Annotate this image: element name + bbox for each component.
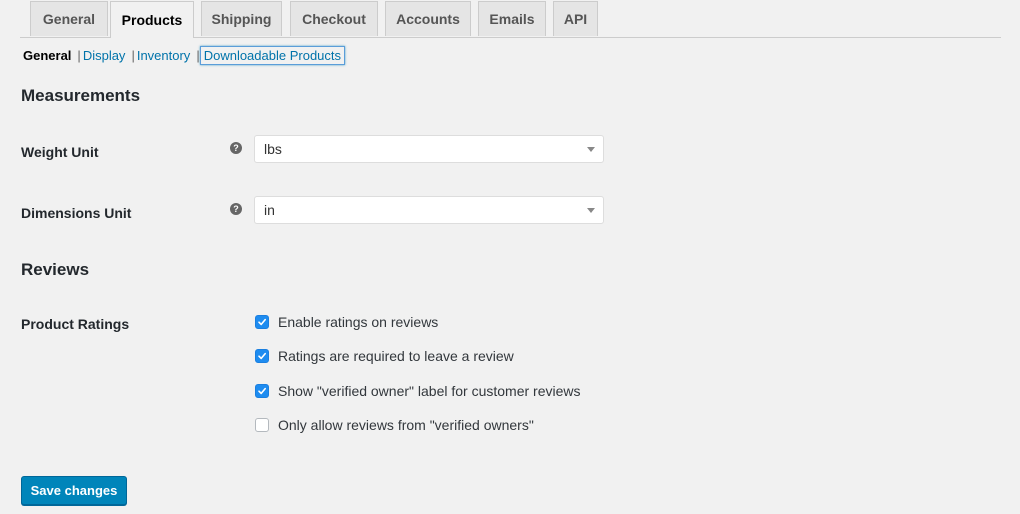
review-option-label: Enable ratings on reviews [278,314,439,330]
tab-emails[interactable]: Emails [478,1,546,36]
checkmark-icon [258,352,266,360]
section-subnav: General | Display | Inventory | Download… [23,44,344,66]
review-option-row[interactable]: Show "verified owner" label for customer… [255,383,581,399]
checkmark-icon [258,387,266,395]
measurements-heading: Measurements [21,86,141,105]
review-option-label: Only allow reviews from "verified owners… [278,417,534,433]
subnav-link-inventory[interactable]: Inventory [137,48,190,63]
subnav-link-display[interactable]: Display [83,48,126,63]
weight-unit-select[interactable]: lbs [254,135,604,163]
checkbox-checked[interactable] [255,349,269,363]
help-icon[interactable]: ? [230,142,242,154]
subnav-link-downloadable-products[interactable]: Downloadable Products [201,47,344,64]
subnav-separator: | [131,47,135,63]
review-option-row[interactable]: Ratings are required to leave a review [255,348,514,364]
checkbox-unchecked[interactable] [255,418,269,432]
product-ratings-label: Product Ratings [21,316,130,332]
weight-unit-value: lbs [264,141,282,157]
review-option-row[interactable]: Only allow reviews from "verified owners… [255,417,534,433]
tab-shipping[interactable]: Shipping [201,1,282,36]
subnav-separator: | [196,47,200,63]
chevron-down-icon [587,147,595,152]
help-icon[interactable]: ? [230,203,242,215]
subnav-separator: | [77,47,81,63]
tab-checkout[interactable]: Checkout [290,1,378,36]
checkbox-checked[interactable] [255,384,269,398]
review-option-label: Ratings are required to leave a review [278,348,514,364]
weight-unit-label: Weight Unit [21,144,99,160]
tab-general[interactable]: General [30,1,108,36]
checkmark-icon [258,318,266,326]
settings-tabs: General Products Shipping Checkout Accou… [20,0,1001,38]
dimensions-unit-label: Dimensions Unit [21,205,132,221]
reviews-heading: Reviews [21,260,90,279]
dimensions-unit-select[interactable]: in [254,196,604,224]
save-changes-button[interactable]: Save changes [21,476,127,505]
dimensions-unit-value: in [264,202,275,218]
checkbox-checked[interactable] [255,315,269,329]
tab-accounts[interactable]: Accounts [385,1,471,36]
subnav-current-general: General [23,47,72,63]
chevron-down-icon [587,208,595,213]
review-option-label: Show "verified owner" label for customer… [278,383,581,399]
review-option-row[interactable]: Enable ratings on reviews [255,314,438,330]
tab-products[interactable]: Products [110,1,194,38]
tab-api[interactable]: API [553,1,598,36]
